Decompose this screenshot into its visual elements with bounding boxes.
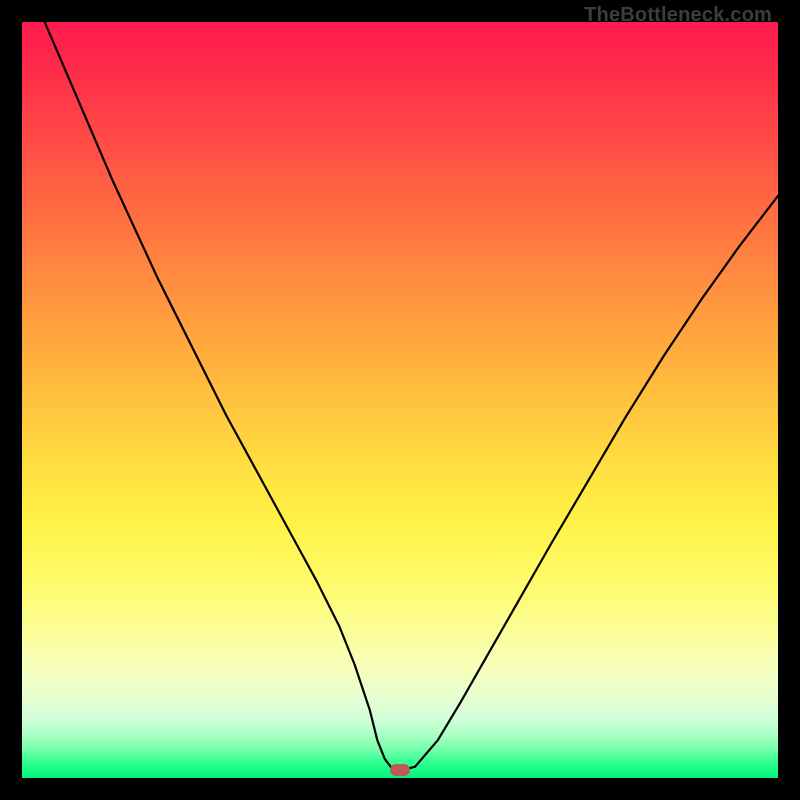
bottleneck-curve (22, 22, 778, 778)
chart-container: TheBottleneck.com (0, 0, 800, 800)
optimum-marker (390, 764, 410, 776)
plot-area (22, 22, 778, 778)
